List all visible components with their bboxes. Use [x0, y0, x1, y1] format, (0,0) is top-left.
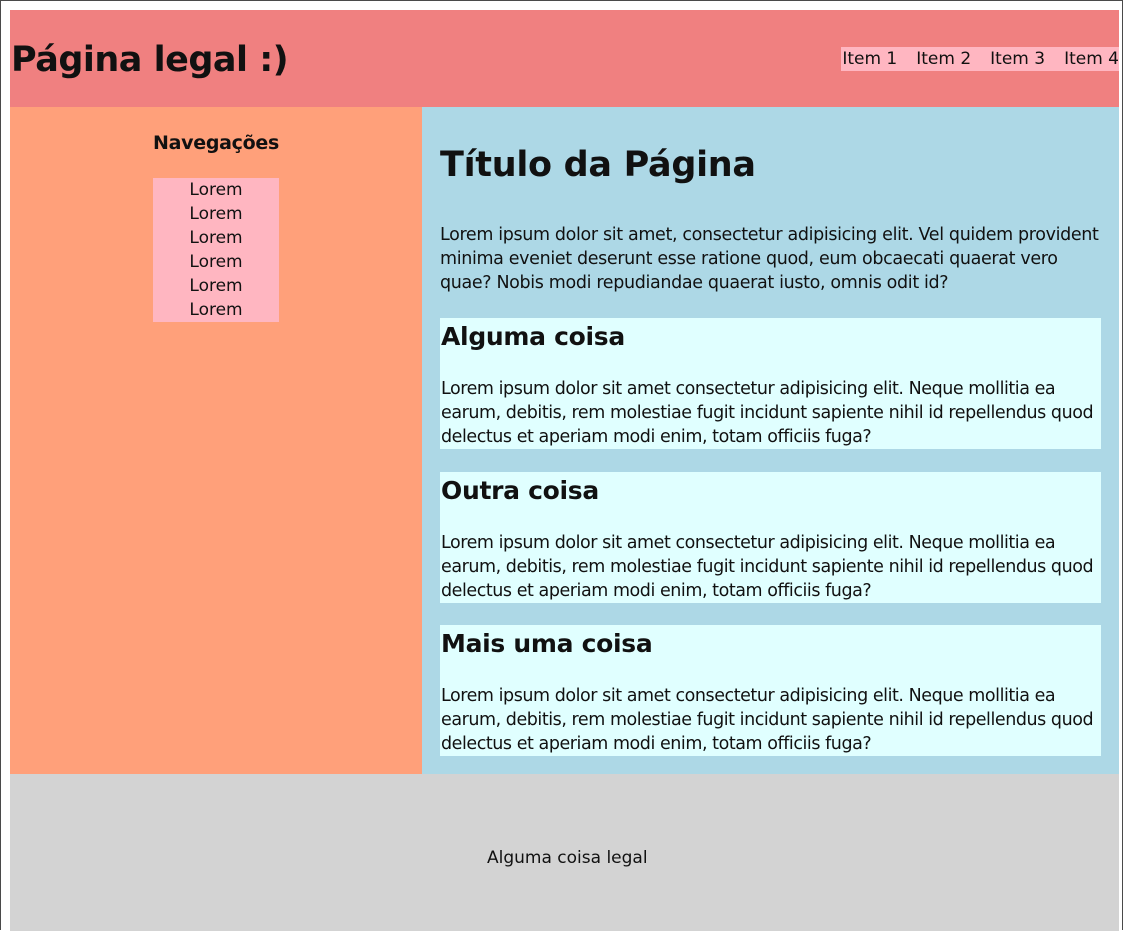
section-text: Lorem ipsum dolor sit amet consectetur a… [441, 686, 1094, 754]
intro-paragraph: Lorem ipsum dolor sit amet, consectetur … [440, 225, 1099, 293]
sidebar-nav-list: Lorem Lorem Lorem Lorem Lorem Lorem [153, 178, 279, 322]
top-nav: Item 1 Item 2 Item 3 Item 4 [841, 47, 1119, 71]
site-header: Página legal :) Item 1 Item 2 Item 3 Ite… [10, 10, 1119, 107]
top-nav-item-1[interactable]: Item 1 [842, 47, 897, 71]
section-card-outra-coisa: Outra coisa Lorem ipsum dolor sit amet c… [440, 472, 1101, 603]
site-title: Página legal :) [11, 40, 289, 80]
sidebar: Navegações Lorem Lorem Lorem Lorem Lorem… [10, 107, 422, 774]
sidebar-item[interactable]: Lorem [153, 274, 279, 298]
sidebar-item[interactable]: Lorem [153, 250, 279, 274]
sidebar-item[interactable]: Lorem [153, 226, 279, 250]
sidebar-item[interactable]: Lorem [153, 202, 279, 226]
top-nav-item-4[interactable]: Item 4 [1064, 47, 1119, 71]
page-container: Página legal :) Item 1 Item 2 Item 3 Ite… [10, 10, 1119, 931]
main-content: Título da Página Lorem ipsum dolor sit a… [422, 107, 1119, 774]
top-nav-item-3[interactable]: Item 3 [990, 47, 1045, 71]
section-card-mais-uma-coisa: Mais uma coisa Lorem ipsum dolor sit ame… [440, 625, 1101, 756]
section-heading: Mais uma coisa [441, 629, 653, 658]
site-footer: Alguma coisa legal [10, 774, 1119, 931]
sidebar-item[interactable]: Lorem [153, 298, 279, 322]
page-title: Título da Página [440, 145, 756, 185]
top-nav-item-2[interactable]: Item 2 [916, 47, 971, 71]
section-text: Lorem ipsum dolor sit amet consectetur a… [441, 533, 1094, 601]
section-heading: Outra coisa [441, 476, 599, 505]
section-card-alguma-coisa: Alguma coisa Lorem ipsum dolor sit amet … [440, 318, 1101, 449]
section-heading: Alguma coisa [441, 322, 625, 351]
section-text: Lorem ipsum dolor sit amet consectetur a… [441, 379, 1094, 447]
sidebar-heading: Navegações [153, 132, 279, 154]
footer-text: Alguma coisa legal [487, 848, 648, 868]
sidebar-item[interactable]: Lorem [153, 178, 279, 202]
